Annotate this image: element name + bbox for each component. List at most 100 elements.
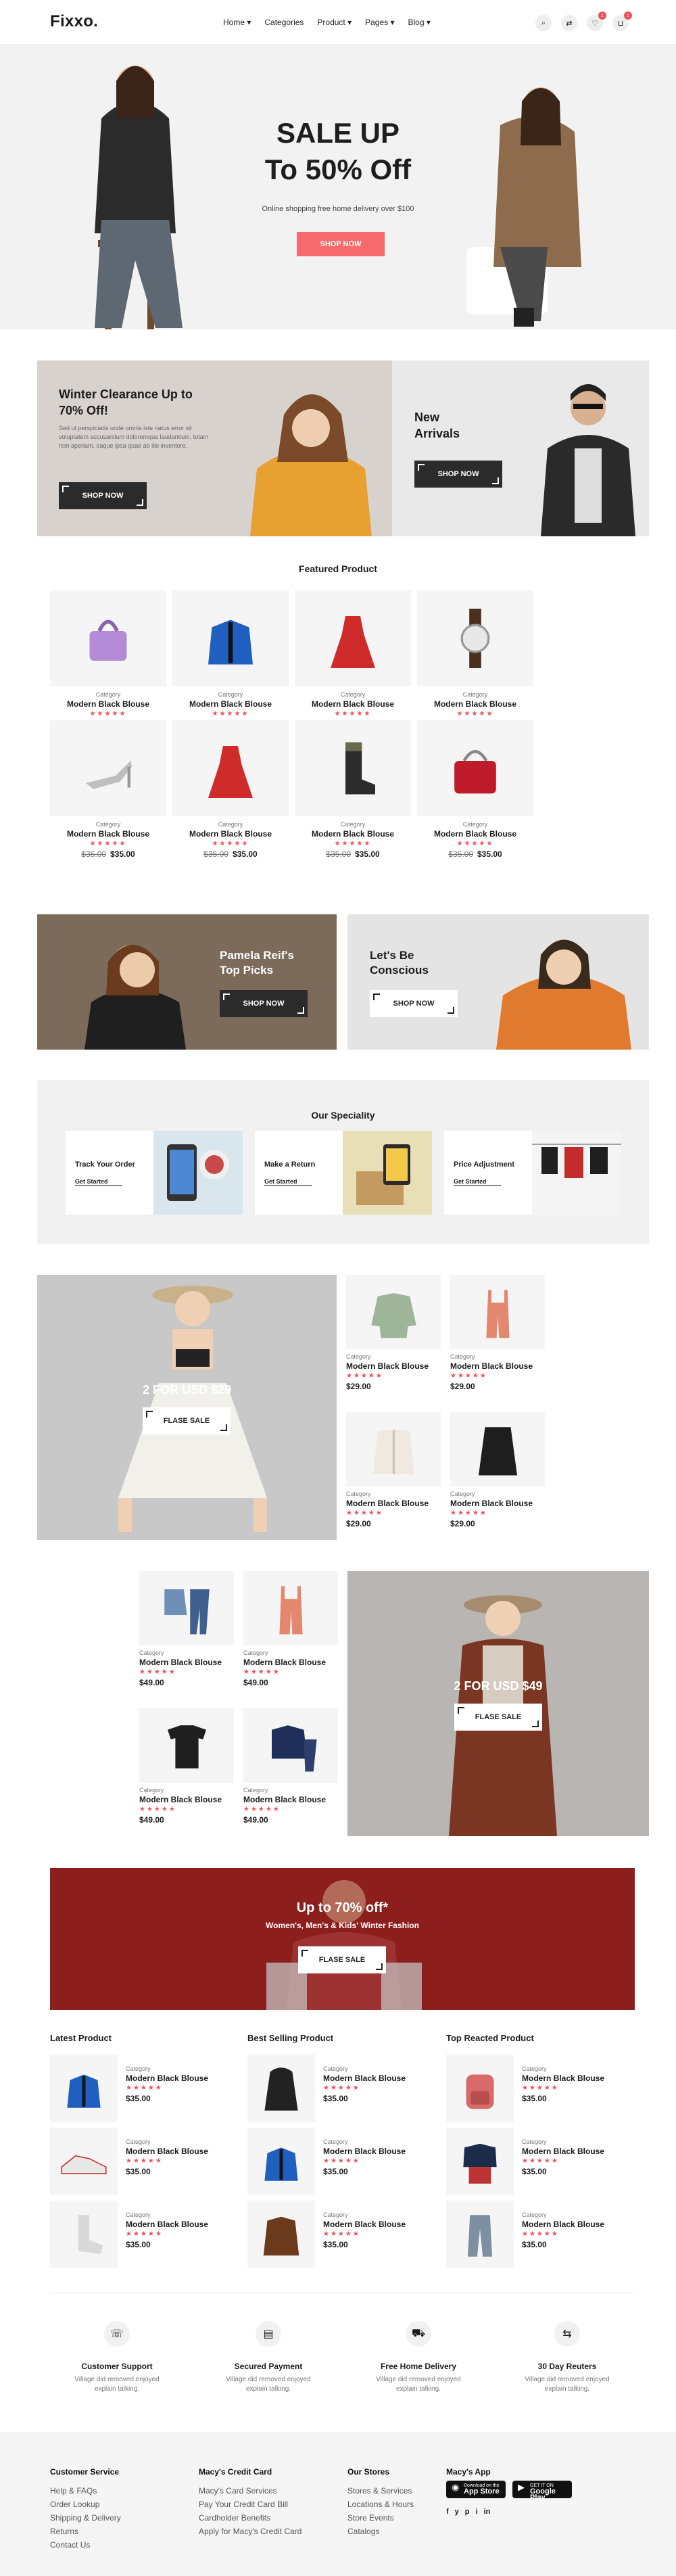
product-name[interactable]: Modern Black Blouse <box>295 829 411 839</box>
list-item[interactable]: Category Modern Black Blouse ★★★★★ $35.00 <box>50 2201 246 2268</box>
footer-link[interactable]: Apply for Macy's Credit Card <box>199 2525 301 2538</box>
conscious-shop-now-button[interactable]: SHOP NOW <box>370 990 458 1017</box>
nav-product[interactable]: Product ▾ <box>317 18 352 27</box>
google-play-button[interactable]: ▶ GET IT ON Google Play <box>512 2481 572 2502</box>
product-card[interactable]: CategoryModern Black Blouse★★★★★$35.00$3… <box>417 590 533 729</box>
product-card[interactable]: Category Modern Black Blouse ★★★★★ $49.00 <box>139 1708 234 1825</box>
list-item[interactable]: Category Modern Black Blouse ★★★★★ $35.00 <box>247 2128 443 2195</box>
product-card[interactable]: Category Modern Black Blouse ★★★★★ $29.00 <box>450 1275 545 1391</box>
product-name[interactable]: Modern Black Blouse <box>417 829 533 839</box>
footer-link[interactable]: Macy's Card Services <box>199 2484 301 2498</box>
list-item-info: Category Modern Black Blouse ★★★★★ $35.00 <box>126 2211 208 2249</box>
product-card[interactable]: Category Modern Black Blouse ★★★★★ $29.00 <box>346 1275 441 1391</box>
footer-link[interactable]: Store Events <box>347 2511 414 2525</box>
product-name[interactable]: Modern Black Blouse <box>450 1361 545 1371</box>
product-card[interactable]: CategoryModern Black Blouse★★★★★$35.00$3… <box>172 590 289 729</box>
speciality-card-link[interactable]: Get Started <box>75 1178 122 1186</box>
product-card[interactable]: Category Modern Black Blouse ★★★★★ $29.00 <box>346 1412 441 1528</box>
footer-link[interactable]: Contact Us <box>50 2538 121 2552</box>
product-name[interactable]: Modern Black Blouse <box>323 2147 406 2156</box>
instagram-icon[interactable]: i <box>476 2508 478 2516</box>
product-name[interactable]: Modern Black Blouse <box>243 1795 338 1804</box>
product-name[interactable]: Modern Black Blouse <box>323 2074 406 2083</box>
new-arrivals-shop-now-button[interactable]: SHOP NOW <box>414 461 502 488</box>
list-item[interactable]: Category Modern Black Blouse ★★★★★ $35.00 <box>446 2201 642 2268</box>
logo[interactable]: Fixxo. <box>50 12 98 31</box>
product-name[interactable]: Modern Black Blouse <box>172 829 289 839</box>
facebook-icon[interactable]: f <box>446 2508 449 2516</box>
conscious-title-line1: Let's Be <box>370 949 414 962</box>
list-item[interactable]: Category Modern Black Blouse ★★★★★ $35.00 <box>247 2055 443 2122</box>
service-item: ▤ Secured Payment Village did removed enjo… <box>208 2321 329 2394</box>
service-title: Free Home Delivery <box>380 2362 457 2371</box>
deal1-banner: 2 FOR USD $29 FLASE SALE <box>37 1275 337 1540</box>
list-item[interactable]: Category Modern Black Blouse ★★★★★ $35.00 <box>446 2055 642 2122</box>
footer-link[interactable]: Stores & Services <box>347 2484 414 2498</box>
product-name[interactable]: Modern Black Blouse <box>126 2147 208 2156</box>
list-item[interactable]: Category Modern Black Blouse ★★★★★ $35.00 <box>50 2055 246 2122</box>
product-name[interactable]: Modern Black Blouse <box>243 1658 338 1667</box>
product-name[interactable]: Modern Black Blouse <box>450 1499 545 1508</box>
linkedin-icon[interactable]: in <box>484 2508 491 2516</box>
product-name[interactable]: Modern Black Blouse <box>295 699 411 709</box>
footer-link[interactable]: Returns <box>50 2525 121 2538</box>
winter-flash-sale-button[interactable]: FLASE SALE <box>298 1946 386 1973</box>
product-name[interactable]: Modern Black Blouse <box>522 2147 604 2156</box>
product-name[interactable]: Modern Black Blouse <box>50 699 166 709</box>
hero-shop-now-button[interactable]: SHOP NOW <box>297 232 385 256</box>
refresh-icon[interactable]: ⇄ <box>561 15 577 31</box>
list-item[interactable]: Category Modern Black Blouse ★★★★★ $35.00 <box>247 2201 443 2268</box>
product-card[interactable]: Category Modern Black Blouse ★★★★★ $49.00 <box>243 1571 338 1687</box>
product-name[interactable]: Modern Black Blouse <box>522 2220 604 2229</box>
product-name[interactable]: Modern Black Blouse <box>139 1658 234 1667</box>
app-store-button[interactable]: ◉ Download on the App Store <box>446 2481 506 2498</box>
footer-link[interactable]: Cardholder Benefits <box>199 2511 301 2525</box>
new-arrivals-line1: New <box>414 411 440 424</box>
product-name[interactable]: Modern Black Blouse <box>172 699 289 709</box>
pamela-shop-now-button[interactable]: SHOP NOW <box>220 990 308 1017</box>
speciality-card-track[interactable]: Track Your Order Get Started <box>66 1131 243 1215</box>
footer-link[interactable]: Order Lookup <box>50 2498 121 2511</box>
product-card[interactable]: Category Modern Black Blouse ★★★★★ $49.00 <box>139 1571 234 1687</box>
product-name[interactable]: Modern Black Blouse <box>417 699 533 709</box>
product-card[interactable]: CategoryModern Black Blouse★★★★★$35.00$3… <box>295 590 411 729</box>
heart-icon[interactable]: ♡ 1 <box>587 11 606 31</box>
nav-categories[interactable]: Categories <box>264 18 304 27</box>
speciality-card-return[interactable]: Make a Return Get Started <box>255 1131 432 1215</box>
deal1-flash-sale-button[interactable]: FLASE SALE <box>143 1407 231 1434</box>
search-icon[interactable]: ⌕ <box>535 15 552 31</box>
footer-link[interactable]: Locations & Hours <box>347 2498 414 2511</box>
twitter-icon[interactable]: y <box>455 2508 459 2516</box>
nav-blog[interactable]: Blog ▾ <box>408 18 431 27</box>
product-name[interactable]: Modern Black Blouse <box>139 1795 234 1804</box>
cart-icon[interactable]: ⊔ 1 <box>612 11 632 31</box>
product-card[interactable]: Category Modern Black Blouse ★★★★★ $49.00 <box>243 1708 338 1825</box>
footer-link[interactable]: Pay Your Credit Card Bill <box>199 2498 301 2511</box>
product-card[interactable]: CategoryModern Black Blouse★★★★★$35.00$3… <box>50 590 166 729</box>
product-name[interactable]: Modern Black Blouse <box>50 829 166 839</box>
product-card[interactable]: CategoryModern Black Blouse★★★★★$35.00$3… <box>172 720 289 859</box>
speciality-card-link[interactable]: Get Started <box>454 1178 501 1186</box>
product-name[interactable]: Modern Black Blouse <box>346 1499 441 1508</box>
nav-pages[interactable]: Pages ▾ <box>365 18 394 27</box>
list-item[interactable]: Category Modern Black Blouse ★★★★★ $35.00 <box>50 2128 246 2195</box>
product-card[interactable]: CategoryModern Black Blouse★★★★★$35.00$3… <box>295 720 411 859</box>
speciality-card-link[interactable]: Get Started <box>264 1178 312 1186</box>
product-name[interactable]: Modern Black Blouse <box>346 1361 441 1371</box>
product-card[interactable]: Category Modern Black Blouse ★★★★★ $29.00 <box>450 1412 545 1528</box>
winter-shop-now-button[interactable]: SHOP NOW <box>59 482 147 509</box>
product-card[interactable]: CategoryModern Black Blouse★★★★★$35.00$3… <box>417 720 533 859</box>
product-name[interactable]: Modern Black Blouse <box>126 2074 208 2083</box>
deal2-flash-sale-button[interactable]: FLASE SALE <box>454 1704 542 1731</box>
footer-link[interactable]: Shipping & Delivery <box>50 2511 121 2525</box>
pinterest-icon[interactable]: p <box>465 2508 470 2516</box>
product-name[interactable]: Modern Black Blouse <box>522 2074 604 2083</box>
footer-link[interactable]: Help & FAQs <box>50 2484 121 2498</box>
list-item[interactable]: Category Modern Black Blouse ★★★★★ $35.00 <box>446 2128 642 2195</box>
product-name[interactable]: Modern Black Blouse <box>323 2220 406 2229</box>
product-name[interactable]: Modern Black Blouse <box>126 2220 208 2229</box>
footer-link[interactable]: Catalogs <box>347 2525 414 2538</box>
nav-home[interactable]: Home ▾ <box>223 18 251 27</box>
speciality-card-price[interactable]: Price Adjustment Get Started <box>444 1131 621 1215</box>
product-card[interactable]: CategoryModern Black Blouse★★★★★$35.00$3… <box>50 720 166 859</box>
